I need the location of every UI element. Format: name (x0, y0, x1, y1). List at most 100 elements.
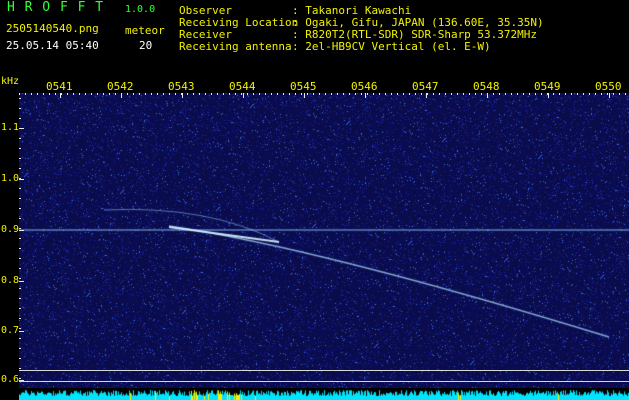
x-minor-tick (211, 93, 212, 95)
x-minor-tick (25, 93, 26, 95)
hrofft-window: H R O F F T 1.0.0 2505140540.png meteor … (0, 0, 629, 400)
app-version: 1.0.0 (125, 4, 156, 15)
x-minor-tick (181, 93, 182, 95)
x-minor-tick (91, 93, 92, 95)
x-minor-tick (151, 93, 152, 95)
x-minor-tick (445, 93, 446, 95)
x-tick-mark (548, 93, 549, 98)
y-minor-tick (19, 348, 21, 349)
y-minor-tick (19, 228, 21, 229)
x-minor-tick (145, 93, 146, 95)
x-minor-tick (607, 93, 608, 95)
x-minor-tick (277, 93, 278, 95)
reference-line-lower (19, 381, 629, 382)
x-minor-tick (559, 93, 560, 95)
x-minor-tick (415, 93, 416, 95)
x-minor-tick (187, 93, 188, 95)
file-name: 2505140540.png (6, 22, 99, 35)
x-tick-mark (609, 93, 610, 98)
x-minor-tick (355, 93, 356, 95)
y-minor-tick (19, 328, 21, 329)
x-tick-label: 0549 (534, 80, 561, 93)
x-minor-tick (619, 93, 620, 95)
x-minor-tick (55, 93, 56, 95)
x-minor-tick (325, 93, 326, 95)
x-minor-tick (361, 93, 362, 95)
x-tick-mark (182, 93, 183, 98)
x-minor-tick (397, 93, 398, 95)
y-tick-mark (19, 380, 24, 381)
x-minor-tick (85, 93, 86, 95)
meteor-count: 20 (139, 39, 153, 52)
x-minor-tick (547, 93, 548, 95)
x-tick-label: 0548 (473, 80, 500, 93)
x-minor-tick (19, 93, 20, 95)
x-minor-tick (535, 93, 536, 95)
x-minor-tick (259, 93, 260, 95)
x-minor-tick (169, 93, 170, 95)
x-minor-tick (139, 93, 140, 95)
x-minor-tick (163, 93, 164, 95)
x-minor-tick (97, 93, 98, 95)
x-minor-tick (319, 93, 320, 95)
x-minor-tick (385, 93, 386, 95)
y-minor-tick (19, 148, 21, 149)
x-minor-tick (235, 93, 236, 95)
meteor-label: meteor (125, 24, 165, 37)
y-minor-tick (19, 98, 21, 99)
y-minor-tick (19, 178, 21, 179)
x-minor-tick (253, 93, 254, 95)
spectrogram-canvas (19, 93, 629, 391)
x-minor-tick (301, 93, 302, 95)
y-tick-label: 0.9 (1, 224, 20, 235)
x-minor-tick (409, 93, 410, 95)
x-minor-tick (115, 93, 116, 95)
y-minor-tick (19, 338, 21, 339)
y-minor-tick (19, 308, 21, 309)
x-tick-mark (304, 93, 305, 98)
x-minor-tick (127, 93, 128, 95)
x-minor-tick (121, 93, 122, 95)
x-minor-tick (577, 93, 578, 95)
x-tick-label: 0545 (290, 80, 317, 93)
x-tick-label: 0550 (595, 80, 622, 93)
x-minor-tick (511, 93, 512, 95)
x-minor-tick (583, 93, 584, 95)
x-minor-tick (289, 93, 290, 95)
y-tick-mark (19, 179, 24, 180)
x-minor-tick (499, 93, 500, 95)
x-minor-tick (217, 93, 218, 95)
signal-level-strip (19, 388, 629, 400)
x-minor-tick (67, 93, 68, 95)
x-minor-tick (571, 93, 572, 95)
x-minor-tick (337, 93, 338, 95)
y-minor-tick (19, 368, 21, 369)
x-tick-label: 0544 (229, 80, 256, 93)
y-minor-tick (19, 268, 21, 269)
y-minor-tick (19, 188, 21, 189)
y-minor-tick (19, 158, 21, 159)
x-minor-tick (367, 93, 368, 95)
y-minor-tick (19, 238, 21, 239)
y-tick-mark (19, 281, 24, 282)
x-minor-tick (223, 93, 224, 95)
y-minor-tick (19, 248, 21, 249)
x-minor-tick (79, 93, 80, 95)
x-minor-tick (457, 93, 458, 95)
x-minor-tick (475, 93, 476, 95)
y-tick-label: 0.7 (1, 325, 20, 336)
x-tick-mark (243, 93, 244, 98)
reference-line-upper (19, 370, 629, 371)
y-tick-mark (19, 230, 24, 231)
x-minor-tick (517, 93, 518, 95)
x-minor-tick (43, 93, 44, 95)
x-minor-tick (505, 93, 506, 95)
x-minor-tick (73, 93, 74, 95)
x-minor-tick (391, 93, 392, 95)
antenna-value: : 2el-HB9CV Vertical (el. E-W) (292, 40, 491, 53)
x-minor-tick (625, 93, 626, 95)
x-tick-label: 0542 (107, 80, 134, 93)
x-minor-tick (601, 93, 602, 95)
x-minor-tick (229, 93, 230, 95)
x-minor-tick (565, 93, 566, 95)
